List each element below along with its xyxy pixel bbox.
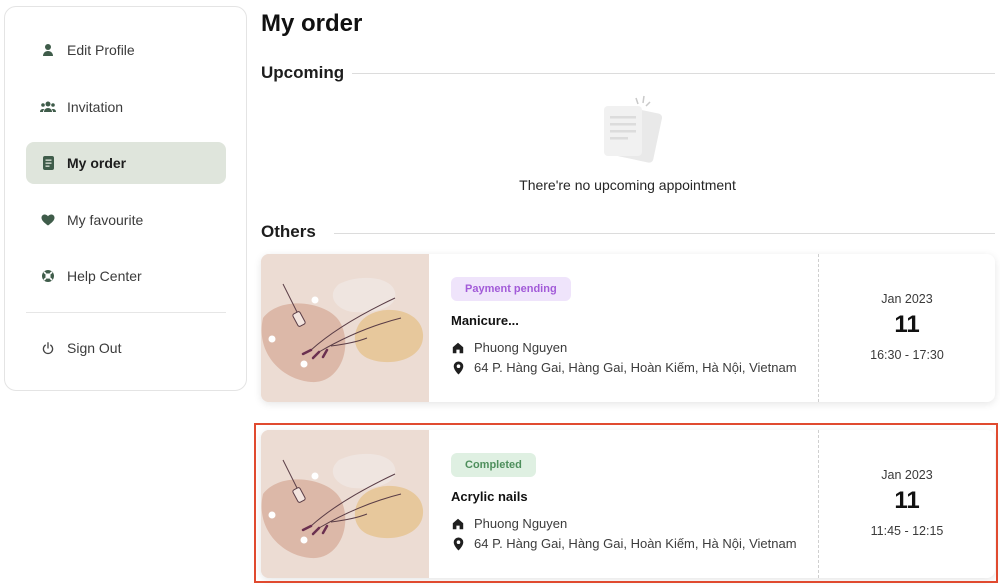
empty-documents-illustration — [598, 94, 664, 166]
sidebar-item-my-order[interactable]: My order — [26, 142, 226, 184]
sidebar-item-label: Edit Profile — [67, 42, 135, 58]
sign-out-button[interactable]: Sign Out — [26, 327, 226, 369]
date-day: 11 — [894, 311, 920, 338]
others-divider — [334, 233, 995, 234]
sidebar-item-my-favourite[interactable]: My favourite — [26, 199, 226, 241]
others-heading: Others — [261, 222, 316, 241]
power-icon — [40, 340, 56, 356]
sidebar-item-label: Invitation — [67, 99, 124, 115]
upcoming-heading: Upcoming — [261, 63, 345, 82]
order-list-icon — [40, 155, 56, 171]
sidebar-item-edit-profile[interactable]: Edit Profile — [26, 29, 226, 71]
provider-name: Phuong Nguyen — [474, 340, 568, 355]
sidebar-item-label: My order — [67, 155, 127, 171]
location-pin-icon — [451, 361, 465, 375]
date-month: Jan 2023 — [881, 292, 933, 306]
appointment-date: Jan 2023 11 16:30 - 17:30 — [819, 254, 995, 402]
time-range: 16:30 - 17:30 — [870, 348, 944, 362]
person-icon — [40, 42, 56, 58]
sidebar-divider — [26, 312, 226, 313]
sidebar-item-help-center[interactable]: Help Center — [26, 255, 226, 297]
page-title: My order — [261, 10, 363, 37]
address-text: 64 P. Hàng Gai, Hàng Gai, Hoàn Kiếm, Hà … — [474, 360, 797, 375]
sign-out-label: Sign Out — [67, 340, 122, 356]
selection-highlight — [254, 423, 998, 583]
upcoming-divider — [352, 73, 995, 74]
account-sidebar: Edit Profile Invitation My order My favo… — [4, 6, 247, 391]
sidebar-item-invitation[interactable]: Invitation — [26, 86, 226, 128]
heart-icon — [40, 212, 56, 228]
empty-upcoming-text: There're no upcoming appointment — [519, 177, 736, 193]
group-icon — [40, 99, 56, 115]
lifebuoy-icon — [40, 268, 56, 284]
order-card[interactable]: Payment pending Manicure... Phuong Nguye… — [261, 254, 995, 402]
home-icon — [451, 341, 465, 355]
order-details: Payment pending Manicure... Phuong Nguye… — [451, 254, 811, 402]
status-badge: Payment pending — [451, 277, 571, 301]
service-name: Manicure... — [451, 313, 519, 328]
address-row: 64 P. Hàng Gai, Hàng Gai, Hoàn Kiếm, Hà … — [451, 360, 797, 375]
sidebar-item-label: My favourite — [67, 212, 144, 228]
manicure-illustration — [261, 254, 429, 402]
sidebar-item-label: Help Center — [67, 268, 142, 284]
provider-row: Phuong Nguyen — [451, 340, 567, 355]
